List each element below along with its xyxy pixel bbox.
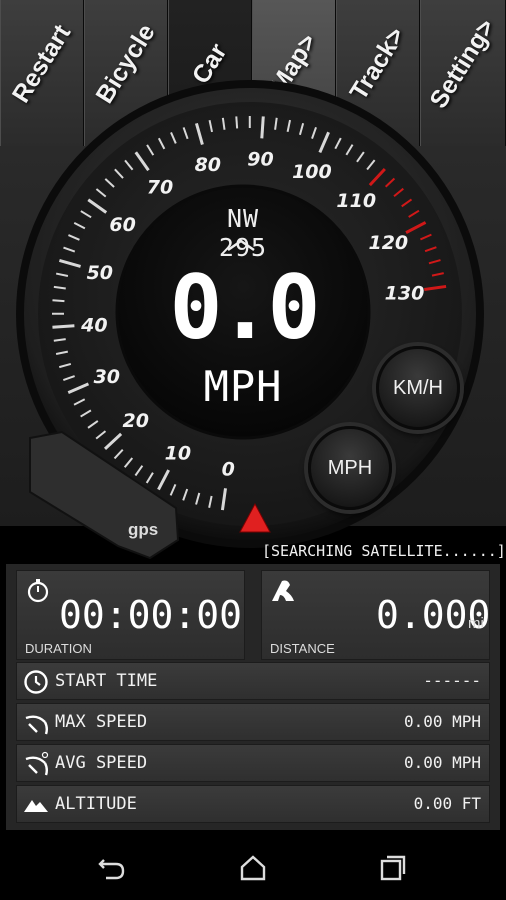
duration-card: 00:00:00 DURATION: [16, 570, 245, 660]
gauge-tick-label: 40: [80, 314, 107, 336]
mph-button[interactable]: MPH: [308, 426, 392, 510]
stopwatch-icon: [27, 579, 49, 603]
gps-status: [SEARCHING SATELLITE......]: [262, 542, 506, 560]
start-time-row: START TIME ------: [16, 662, 490, 700]
gauge-tick-label: 10: [165, 442, 191, 464]
gauge-tick-label: 90: [247, 148, 273, 170]
start-time-label: START TIME: [55, 671, 158, 691]
max-speed-label: MAX SPEED: [55, 712, 148, 732]
gauge-tick-label: 20: [123, 410, 149, 432]
gauge-minor-tick: [235, 116, 239, 129]
gauge-minor-tick: [52, 299, 65, 303]
avg-speed-label: AVG SPEED: [55, 753, 148, 773]
compass-heading: NW 295: [218, 204, 268, 262]
gauge-major-tick: [52, 324, 75, 329]
duration-label: DURATION: [25, 641, 92, 656]
avg-speed-row: AVG SPEED 0.00 MPH: [16, 744, 490, 782]
current-speed: 0.0: [169, 256, 321, 359]
gauge-tick-label: 110: [336, 190, 376, 212]
gauge-tick-label: 50: [87, 262, 113, 284]
gauge-tick-label: 130: [385, 282, 425, 304]
gauge-major-tick: [260, 116, 265, 139]
gps-label: gps: [128, 520, 159, 539]
back-icon[interactable]: [94, 850, 130, 886]
speedometer-icon: [25, 715, 48, 735]
max-speed-value: 0.00 MPH: [403, 712, 481, 731]
gauge-tick-label: 80: [195, 154, 221, 176]
speedometer-avg-icon: [25, 751, 49, 776]
heading-caret-icon: [227, 239, 255, 252]
home-icon[interactable]: [235, 850, 271, 886]
gauge-tick-label: 0: [222, 458, 235, 480]
duration-value: 00:00:00: [59, 593, 243, 637]
altitude-value: 0.00 FT: [413, 794, 481, 813]
gauge-tick-label: 30: [94, 366, 120, 388]
distance-unit: mi: [468, 615, 484, 632]
altitude-label: ALTITUDE: [55, 794, 137, 814]
distance-card: 0.000 mi DISTANCE: [261, 570, 490, 660]
navigation-bar: [0, 836, 506, 900]
altitude-row: ALTITUDE 0.00 FT: [16, 785, 490, 823]
distance-label: DISTANCE: [270, 641, 335, 656]
start-time-value: ------: [423, 671, 481, 690]
gauge-tick-label: 100: [292, 161, 332, 183]
gauge-tick-label: 60: [109, 214, 135, 236]
mountain-icon: [24, 800, 48, 812]
avg-speed-value: 0.00 MPH: [403, 753, 481, 772]
max-speed-row: MAX SPEED 0.00 MPH: [16, 703, 490, 741]
road-icon: [272, 580, 294, 601]
recents-icon[interactable]: [375, 850, 411, 886]
gauge-tick-label: 120: [368, 232, 408, 254]
gauge-tick-label: 70: [147, 177, 173, 199]
kmh-button[interactable]: KM/H: [376, 346, 460, 430]
clock-icon: [24, 670, 48, 694]
speed-unit: MPH: [203, 362, 283, 411]
